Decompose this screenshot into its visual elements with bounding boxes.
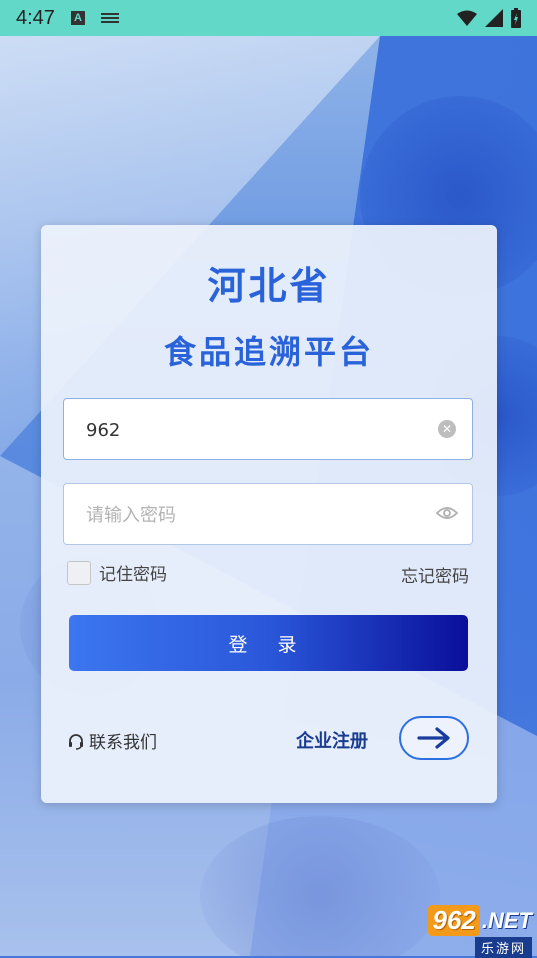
battery-icon: [511, 8, 521, 28]
remember-label: 记住密码: [99, 565, 167, 585]
register-link[interactable]: 企业注册: [296, 727, 368, 753]
remember-checkbox[interactable]: [67, 560, 91, 585]
signal-icon: [485, 9, 503, 27]
notification-a-icon: A: [70, 11, 85, 25]
title-platform: 食品追溯平台: [163, 333, 374, 371]
status-time: 4:47: [16, 6, 55, 29]
watermark-number: 962: [428, 905, 480, 936]
title-province: 河北省: [207, 264, 331, 308]
contact-us-link[interactable]: 联系我们: [67, 728, 157, 753]
username-field[interactable]: ✕: [63, 398, 473, 461]
watermark-net: .NET: [481, 907, 532, 933]
status-indicators: [457, 8, 521, 28]
register-arrow-button[interactable]: [399, 716, 469, 760]
eye-icon[interactable]: [436, 505, 458, 521]
wifi-icon: [457, 10, 477, 26]
login-card: 河北省 食品追溯平台 ✕ 记住密码 忘记密码 登 录 联系我们 企业注册: [41, 225, 497, 803]
password-field[interactable]: [63, 483, 473, 546]
arrow-right-icon: [417, 727, 450, 749]
remember-password[interactable]: 记住密码: [67, 560, 167, 585]
password-input[interactable]: [84, 484, 428, 546]
watermark-sub: 乐游网: [474, 937, 532, 958]
site-watermark: 962 .NET 乐游网: [397, 905, 532, 958]
headset-icon: [69, 733, 83, 750]
username-input[interactable]: [84, 399, 428, 461]
login-button[interactable]: 登 录: [69, 615, 468, 671]
forgot-password-link[interactable]: 忘记密码: [401, 562, 469, 587]
status-bar: 4:47 A: [0, 0, 537, 36]
clear-icon[interactable]: ✕: [438, 420, 456, 438]
contact-label: 联系我们: [89, 733, 157, 753]
keyboard-icon: [100, 13, 119, 23]
